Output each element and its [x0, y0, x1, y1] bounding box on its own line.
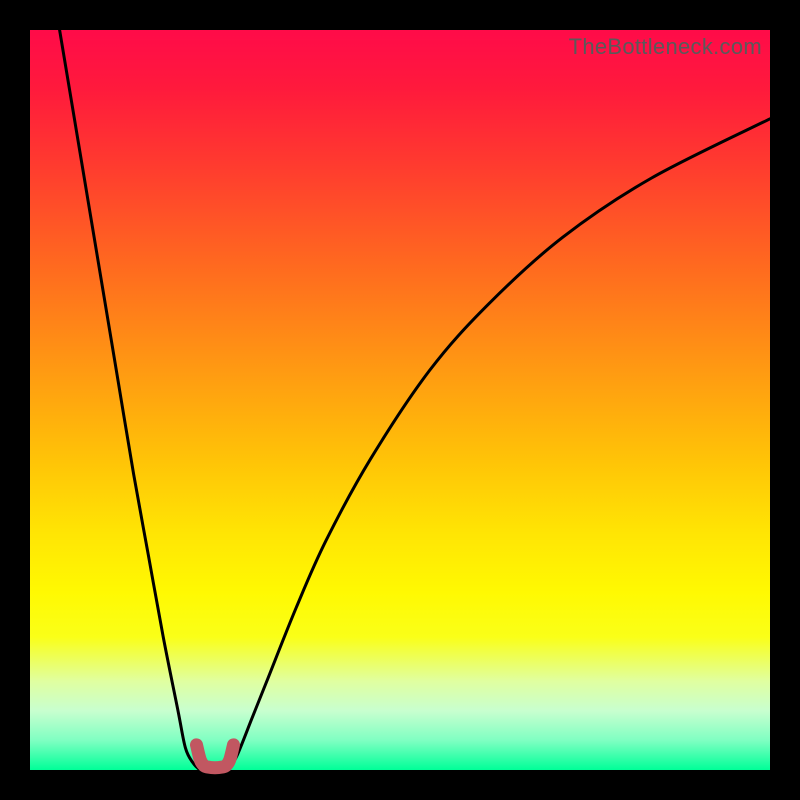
right-curve	[226, 119, 770, 770]
left-curve	[60, 30, 204, 771]
chart-frame: TheBottleneck.com	[0, 0, 800, 800]
bottom-accent	[197, 745, 234, 768]
plot-area: TheBottleneck.com	[30, 30, 770, 770]
curve-layer	[30, 30, 770, 770]
